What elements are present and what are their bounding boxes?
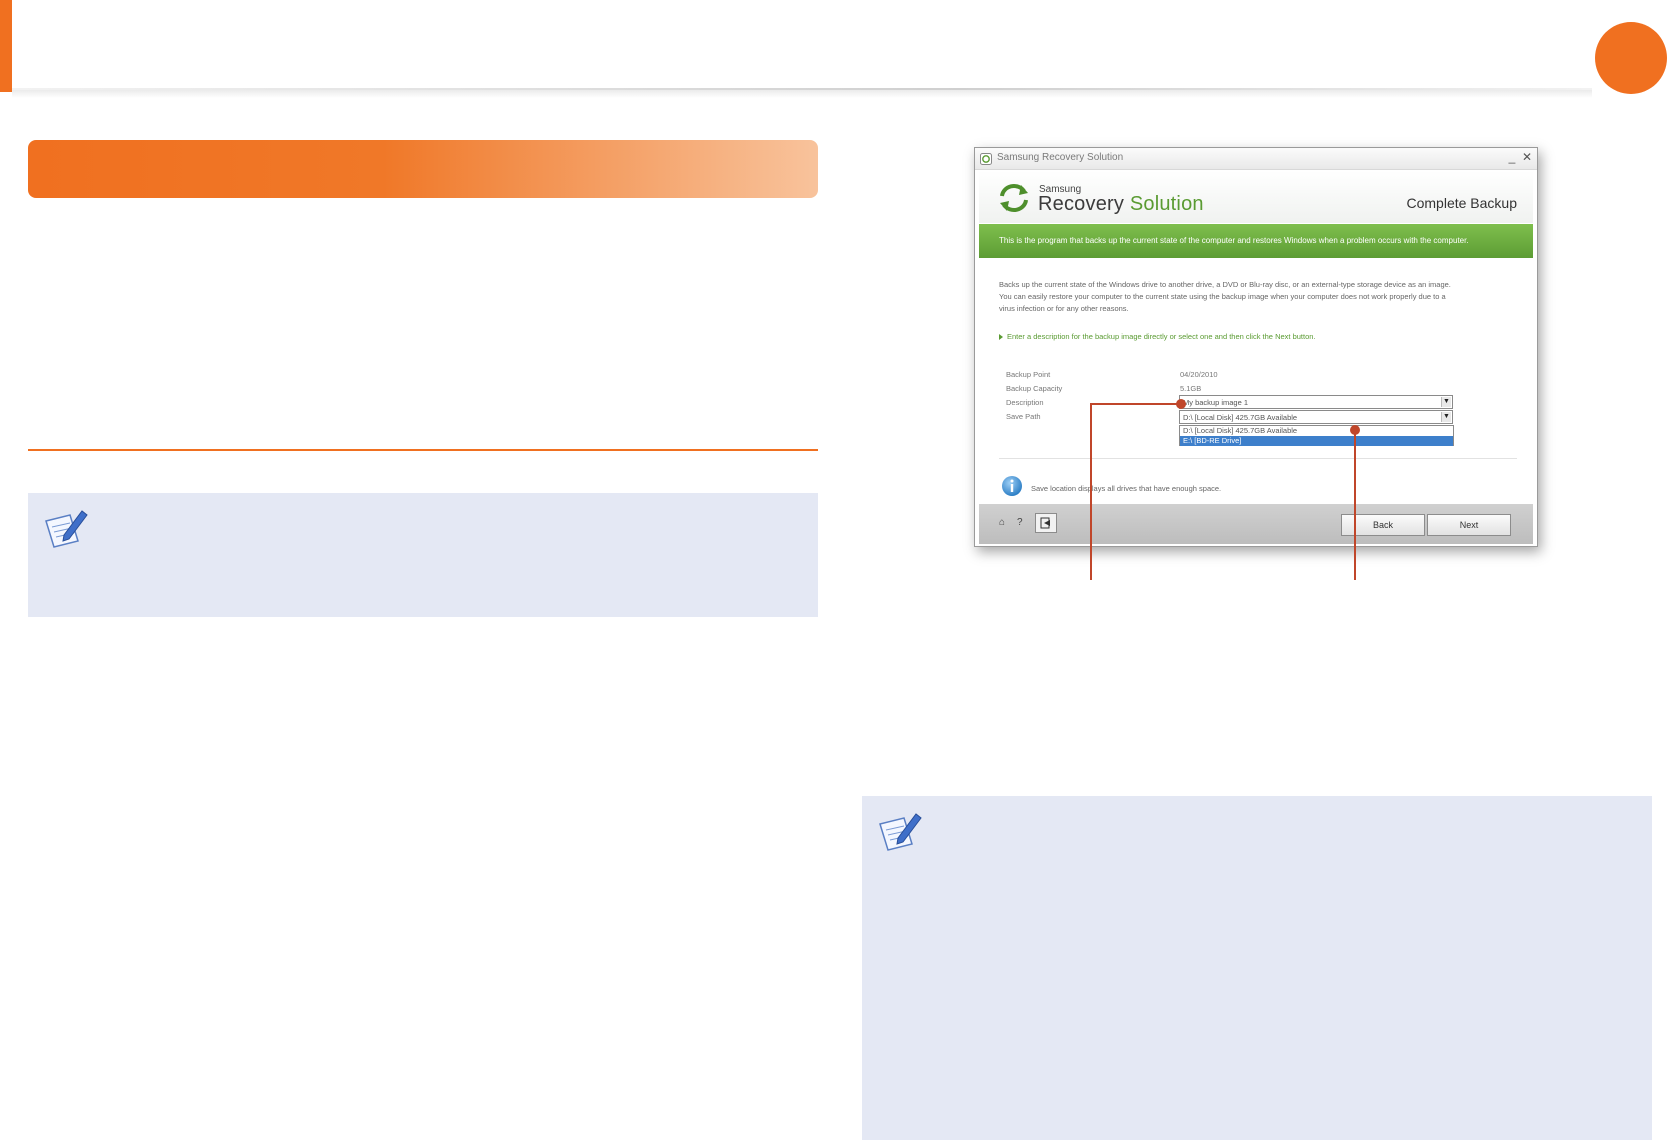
callout-dot-save-path: [1176, 399, 1186, 409]
save-path-combobox[interactable]: D:\ [Local Disk] 425.7GB Available ▼: [1179, 410, 1453, 424]
next-button[interactable]: Next: [1427, 514, 1511, 536]
bullet-arrow-icon: [999, 334, 1003, 341]
note-pencil-icon: [45, 510, 88, 548]
chapter-marker: [1595, 22, 1667, 94]
info-text: Save location displays all drives that h…: [1031, 484, 1222, 493]
page-edge-accent: [0, 0, 12, 92]
description-line: virus infection or for any other reasons…: [999, 304, 1129, 313]
window-titlebar: Samsung Recovery Solution _ ✕: [975, 148, 1537, 170]
section-divider: [28, 449, 818, 451]
save-path-label: Save Path: [1006, 412, 1041, 421]
help-icon[interactable]: ?: [1017, 517, 1023, 528]
description-value: My backup image 1: [1183, 398, 1249, 407]
home-icon[interactable]: ⌂: [999, 517, 1005, 528]
callout-line-drive-option: [1354, 431, 1356, 580]
backup-capacity-label: Backup Capacity: [1006, 384, 1063, 393]
backup-point-label: Backup Point: [1006, 370, 1051, 379]
refresh-logo-icon: [1000, 184, 1028, 212]
description-line: Backs up the current state of the Window…: [999, 280, 1451, 289]
logo-word-recovery: Recovery: [1038, 193, 1125, 215]
close-icon[interactable]: ✕: [1520, 150, 1534, 164]
save-path-dropdown-list: D:\ [Local Disk] 425.7GB Available E:\ […: [1179, 425, 1454, 446]
save-path-value: D:\ [Local Disk] 425.7GB Available: [1183, 413, 1298, 422]
logo-product-name: Recovery Solution: [1038, 193, 1204, 216]
dropdown-option-local-disk[interactable]: D:\ [Local Disk] 425.7GB Available: [1180, 426, 1453, 436]
content-area: Backs up the current state of the Window…: [979, 258, 1533, 503]
note-pencil-icon: [879, 813, 922, 851]
minimize-icon[interactable]: _: [1505, 150, 1519, 164]
logo-word-solution: Solution: [1129, 193, 1204, 215]
window-title: Samsung Recovery Solution: [997, 152, 1124, 163]
header-rule: [12, 88, 1592, 98]
callout-line-save-path: [1090, 404, 1092, 580]
instruction-text: Enter a description for the backup image…: [1007, 332, 1316, 341]
chevron-down-icon[interactable]: ▼: [1441, 397, 1451, 407]
note-box-right: [862, 796, 1652, 1140]
app-icon: [980, 153, 992, 165]
description-combobox[interactable]: My backup image 1 ▼: [1179, 395, 1453, 409]
callout-dot-drive-option: [1350, 425, 1360, 435]
recovery-window: Samsung Recovery Solution _ ✕ Samsung Re…: [974, 147, 1538, 547]
info-banner: This is the program that backs up the cu…: [979, 224, 1533, 258]
instruction: Enter a description for the backup image…: [999, 332, 1316, 341]
description-label: Description: [1006, 398, 1044, 407]
chevron-down-icon[interactable]: ▼: [1441, 412, 1451, 422]
dropdown-option-bd-re-drive[interactable]: E:\ [BD-RE Drive]: [1180, 436, 1453, 446]
banner-text: This is the program that backs up the cu…: [999, 236, 1469, 245]
content-divider: [999, 458, 1517, 459]
description-text: Backs up the current state of the Window…: [999, 279, 1519, 315]
info-icon: [1002, 476, 1022, 496]
callout-line-save-path: [1090, 403, 1180, 405]
backup-capacity-value: 5.1GB: [1180, 384, 1202, 393]
mode-title: Complete Backup: [1406, 195, 1517, 211]
window-footer: ⌂ ? Back Next: [979, 504, 1533, 544]
description-line: You can easily restore your computer to …: [999, 292, 1446, 301]
section-banner: [28, 140, 818, 198]
note-box-left: [28, 493, 818, 617]
backup-list-icon[interactable]: [1035, 513, 1057, 533]
backup-point-value: 04/20/2010: [1180, 370, 1218, 379]
app-header: Samsung Recovery Solution Complete Backu…: [979, 171, 1533, 223]
